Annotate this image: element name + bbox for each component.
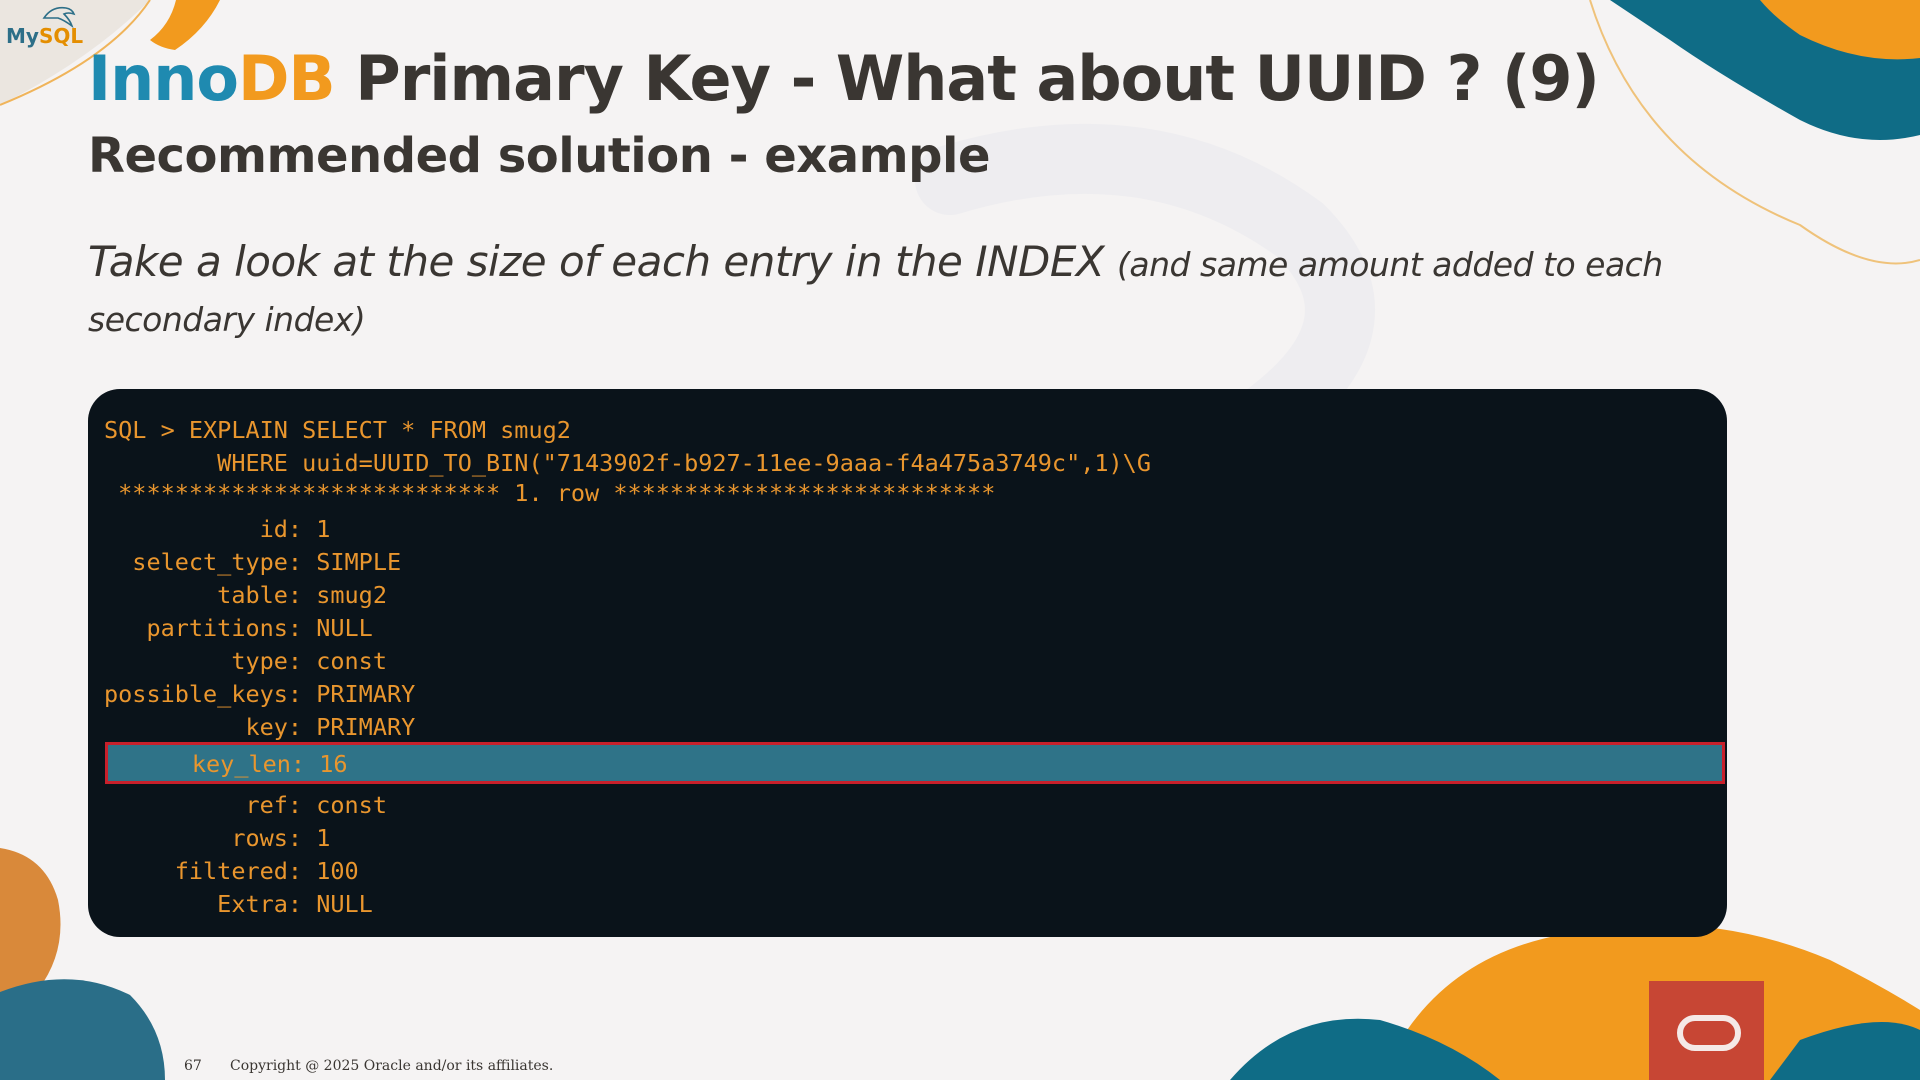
terminal-line: partitions: NULL <box>104 614 373 642</box>
oracle-logo <box>1649 981 1764 1080</box>
title-inno: Inno <box>88 42 239 115</box>
bottom-left-orange-blob <box>0 848 61 1000</box>
page-number: 67 <box>184 1058 202 1074</box>
terminal-line: key: PRIMARY <box>104 713 416 741</box>
bottom-left-teal-blob <box>0 979 165 1080</box>
copyright-text: Copyright @ 2025 Oracle and/or its affil… <box>230 1058 554 1074</box>
terminal-line: *************************** 1. row *****… <box>104 479 996 507</box>
lead-main: Take a look at the size of each entry in… <box>88 237 1118 286</box>
oracle-ring-icon <box>1677 1015 1741 1051</box>
terminal-line: id: 1 <box>104 515 331 543</box>
terminal-line: possible_keys: PRIMARY <box>104 680 416 708</box>
slide-title: InnoDB Primary Key - What about UUID ? (… <box>88 42 1600 115</box>
terminal-line: rows: 1 <box>104 824 331 852</box>
title-db: DB <box>237 42 336 115</box>
terminal-line: WHERE uuid=UUID_TO_BIN("7143902f-b927-11… <box>104 449 1151 477</box>
title-rest: Primary Key - What about UUID ? (9) <box>334 42 1600 115</box>
terminal-line-highlighted: key_len: 16 <box>107 750 348 778</box>
terminal-line: select_type: SIMPLE <box>104 548 402 576</box>
terminal-line: Extra: NULL <box>104 890 373 918</box>
mysql-logo: MySQL <box>6 24 84 48</box>
terminal-line: SQL > EXPLAIN SELECT * FROM smug2 <box>104 416 571 444</box>
terminal-line: ref: const <box>104 791 387 819</box>
slide-subtitle: Recommended solution - example <box>88 128 991 184</box>
terminal-line: table: smug2 <box>104 581 387 609</box>
sql-terminal: SQL > EXPLAIN SELECT * FROM smug2 WHERE … <box>88 389 1727 937</box>
terminal-line: type: const <box>104 647 387 675</box>
key-len-highlight: key_len: 16 <box>105 742 1725 784</box>
lead-text: Take a look at the size of each entry in… <box>88 236 1768 346</box>
terminal-line: filtered: 100 <box>104 857 359 885</box>
